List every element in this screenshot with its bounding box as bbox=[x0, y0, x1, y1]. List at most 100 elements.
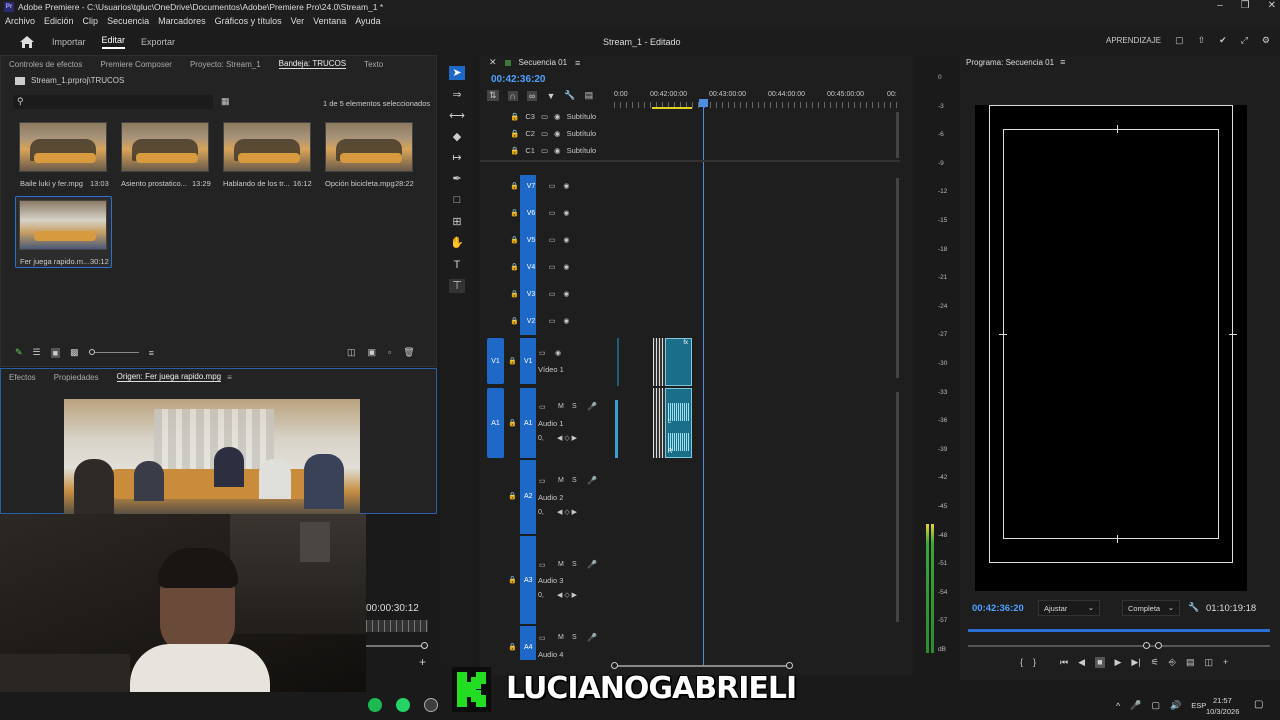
lock-icon[interactable]: 🔒 bbox=[510, 129, 519, 138]
delete-icon[interactable]: 🗑 bbox=[403, 347, 414, 358]
fit-dropdown[interactable]: Ajustar ⌄ bbox=[1038, 600, 1100, 616]
lock-icon[interactable]: 🔒 bbox=[510, 317, 519, 325]
spotify-icon[interactable] bbox=[368, 698, 382, 712]
toggle-output-icon[interactable]: ▭ bbox=[549, 317, 556, 325]
mute-button[interactable]: M bbox=[558, 561, 564, 568]
track-id[interactable]: A4 bbox=[524, 644, 533, 651]
eye-icon[interactable]: ◉ bbox=[563, 209, 569, 217]
eye-icon[interactable]: ◉ bbox=[555, 349, 561, 357]
tab-text[interactable]: Texto bbox=[364, 60, 383, 69]
step-forward-icon[interactable]: ▶| bbox=[1131, 657, 1140, 668]
clock-time[interactable]: 21:57 bbox=[1213, 696, 1232, 705]
export-frame-icon[interactable]: ▤ bbox=[1186, 657, 1195, 668]
program-zoom-bar[interactable] bbox=[968, 642, 1270, 649]
eye-icon[interactable]: ◉ bbox=[563, 263, 569, 271]
quality-dropdown[interactable]: Completa ⌄ bbox=[1122, 600, 1180, 616]
eye-icon[interactable]: ◉ bbox=[554, 146, 561, 155]
comparison-icon[interactable]: ◫ bbox=[1204, 657, 1213, 668]
solo-button[interactable]: S bbox=[572, 634, 577, 641]
track-select-icon[interactable]: ⇒ bbox=[449, 88, 465, 102]
clip-stack[interactable] bbox=[653, 388, 665, 458]
add-button-icon[interactable]: + bbox=[1223, 657, 1228, 668]
keyframe-nav-icon[interactable]: ◀ ◇ ▶ bbox=[557, 591, 577, 599]
volume-value[interactable]: 0, bbox=[538, 592, 544, 599]
add-button-icon[interactable]: + bbox=[419, 655, 426, 669]
rectangle-tool-icon[interactable]: □ bbox=[449, 193, 465, 207]
type-tool-icon[interactable]: T bbox=[449, 258, 465, 272]
source-patch-v1[interactable]: V1 bbox=[487, 338, 504, 384]
toggle-output-icon[interactable]: ▭ bbox=[541, 112, 548, 121]
add-marker-icon[interactable]: ▼ bbox=[546, 91, 555, 101]
program-menu-icon[interactable]: ≡ bbox=[1060, 57, 1065, 67]
toggle-output-icon[interactable]: ▭ bbox=[541, 146, 548, 155]
eye-icon[interactable]: ◉ bbox=[554, 112, 561, 121]
slip-tool-icon[interactable]: ↦ bbox=[449, 151, 465, 165]
voiceover-icon[interactable]: 🎤 bbox=[587, 633, 597, 642]
sequence-menu-icon[interactable]: ≡ bbox=[575, 58, 580, 68]
home-icon[interactable] bbox=[20, 35, 34, 48]
voiceover-icon[interactable]: 🎤 bbox=[587, 476, 597, 485]
playhead-timecode[interactable]: 00:42:36:20 bbox=[491, 74, 545, 85]
lock-icon[interactable]: 🔒 bbox=[508, 492, 517, 500]
eye-icon[interactable]: ◉ bbox=[554, 129, 561, 138]
source-scrubber[interactable] bbox=[366, 620, 428, 632]
play-icon[interactable]: ▶ bbox=[1115, 657, 1122, 668]
toggle-output-icon[interactable]: ▭ bbox=[549, 209, 556, 217]
program-scrubber[interactable] bbox=[968, 629, 1270, 632]
search-input[interactable]: ⚲ bbox=[13, 95, 213, 109]
tray-chevron-icon[interactable]: ^ bbox=[1116, 701, 1120, 711]
freeform-view-icon[interactable]: ▩ bbox=[70, 347, 79, 358]
tab-source[interactable]: Origen: Fer juega rapido.mpg bbox=[116, 372, 222, 382]
lock-icon[interactable]: 🔒 bbox=[510, 263, 519, 271]
track-id[interactable]: V4 bbox=[527, 264, 541, 271]
tab-bin-trucos[interactable]: Bandeja: TRUCOS bbox=[278, 59, 347, 69]
find-icon[interactable]: ▣ bbox=[368, 347, 377, 358]
source-patch-a1[interactable]: A1 bbox=[487, 388, 504, 458]
xbox-icon[interactable] bbox=[424, 698, 438, 712]
language-indicator[interactable]: ESP bbox=[1191, 701, 1206, 710]
eye-icon[interactable]: ◉ bbox=[563, 236, 569, 244]
track-id[interactable]: V3 bbox=[527, 291, 541, 298]
go-to-in-icon[interactable]: ⏮ bbox=[1060, 657, 1068, 668]
lock-icon[interactable]: 🔒 bbox=[508, 357, 517, 365]
notification-icon[interactable]: ▢ bbox=[1254, 699, 1263, 710]
tab-editar[interactable]: Editar bbox=[101, 35, 126, 49]
playhead-handle[interactable] bbox=[699, 99, 708, 107]
tab-premiere-composer[interactable]: Premiere Composer bbox=[100, 60, 172, 69]
stop-icon[interactable]: ■ bbox=[1095, 657, 1105, 668]
clip-thumbnail[interactable] bbox=[121, 122, 209, 172]
timeline-scrollbar-v[interactable] bbox=[896, 178, 899, 378]
menu-archivo[interactable]: Archivo bbox=[5, 16, 35, 26]
sort-icon[interactable]: ≡ bbox=[149, 348, 154, 358]
track-id[interactable]: A1 bbox=[524, 420, 533, 427]
track-id[interactable]: V2 bbox=[527, 318, 541, 325]
automate-icon[interactable]: ◫ bbox=[347, 347, 356, 358]
menu-ventana[interactable]: Ventana bbox=[313, 16, 346, 26]
mark-out-icon[interactable]: } bbox=[1033, 657, 1036, 668]
tab-properties[interactable]: Propiedades bbox=[54, 373, 99, 382]
timeline-scrollbar-v[interactable] bbox=[896, 392, 899, 622]
toggle-output-icon[interactable]: ▭ bbox=[549, 290, 556, 298]
sync-lock-icon[interactable]: ▭ bbox=[539, 561, 546, 569]
tab-project[interactable]: Proyecto: Stream_1 bbox=[190, 60, 261, 69]
video-clip[interactable]: fx bbox=[665, 338, 692, 386]
whatsapp-icon[interactable] bbox=[396, 698, 410, 712]
track-id[interactable]: A2 bbox=[524, 493, 533, 500]
extract-icon[interactable]: ⎆ bbox=[1169, 657, 1176, 668]
voiceover-icon[interactable]: 🎤 bbox=[587, 402, 597, 411]
eye-icon[interactable]: ◉ bbox=[563, 317, 569, 325]
toggle-output-icon[interactable]: ▭ bbox=[549, 236, 556, 244]
close-icon[interactable]: ✕ bbox=[1268, 0, 1276, 11]
mute-button[interactable]: M bbox=[558, 634, 564, 641]
close-sequence-icon[interactable]: ✕ bbox=[489, 57, 497, 68]
source-zoom-bar[interactable] bbox=[366, 642, 428, 649]
lock-icon[interactable]: 🔒 bbox=[510, 236, 519, 244]
audio-clip[interactable]: L R bbox=[665, 388, 692, 458]
sync-lock-icon[interactable]: ▭ bbox=[539, 634, 546, 642]
maximize-icon[interactable]: ❐ bbox=[1241, 0, 1250, 11]
lock-icon[interactable]: 🔒 bbox=[510, 209, 519, 217]
settings-icon[interactable]: ⚙ bbox=[1262, 35, 1270, 46]
expand-icon[interactable]: ⤢ bbox=[1241, 35, 1248, 46]
list-view-icon[interactable]: ☰ bbox=[33, 347, 41, 358]
timeline-scrollbar-v[interactable] bbox=[896, 112, 899, 158]
